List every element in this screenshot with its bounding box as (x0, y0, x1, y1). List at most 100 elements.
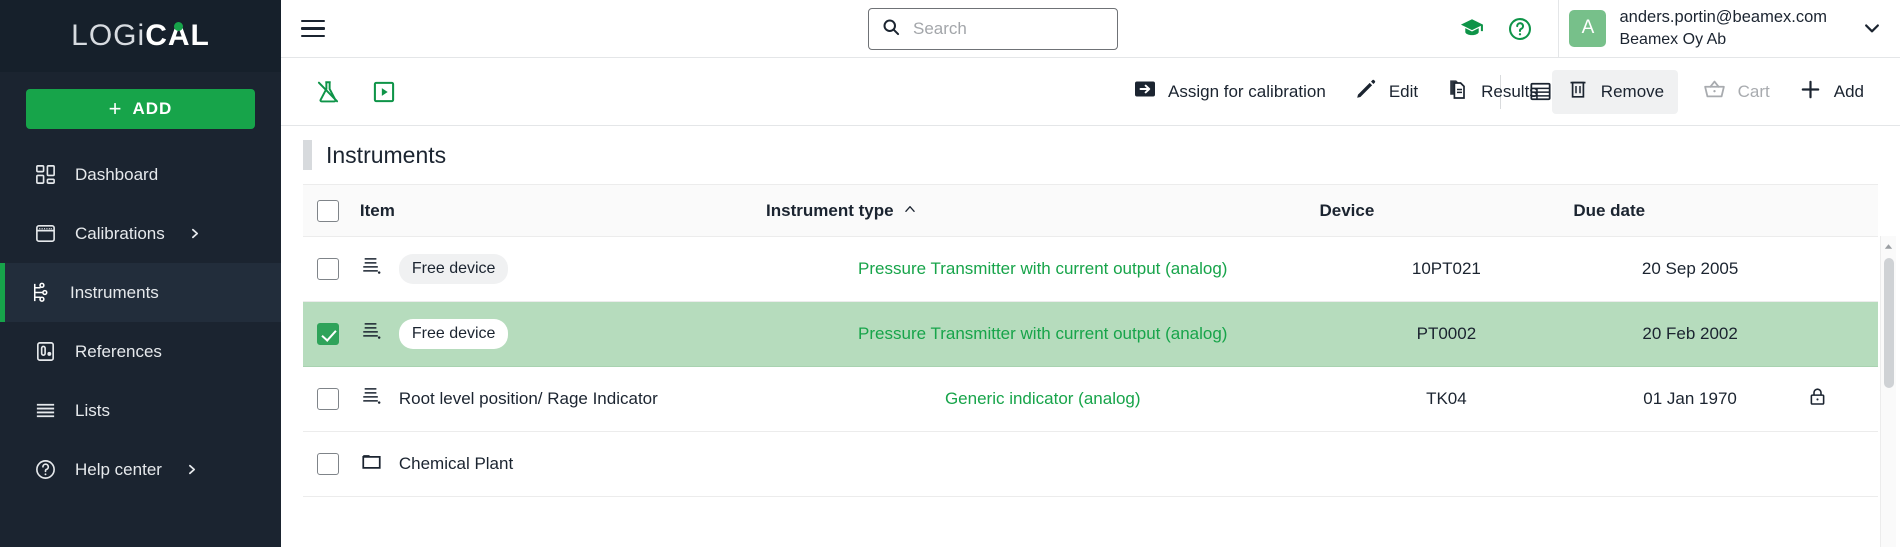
cart-label: Cart (1737, 81, 1770, 101)
table-scrollbar[interactable] (1880, 236, 1896, 547)
sidebar-item-label: Instruments (70, 282, 159, 302)
sidebar-item-label: Dashboard (75, 164, 159, 184)
user-account-menu[interactable]: A anders.portin@beamex.com Beamex Oy Ab (1569, 7, 1900, 50)
graduation-cap-icon[interactable] (1448, 0, 1496, 58)
main-content: A anders.portin@beamex.com Beamex Oy Ab (281, 0, 1900, 547)
sidebar-item-label: Help center (75, 459, 162, 479)
instrument-type-link[interactable]: Generic indicator (analog) (945, 389, 1141, 408)
sidebar-add-button[interactable]: + ADD (26, 89, 255, 129)
row-lock-cell (1807, 432, 1878, 497)
chevron-down-icon[interactable] (1862, 18, 1882, 38)
lists-icon (33, 398, 58, 423)
page-title-row: Instruments (281, 126, 1900, 184)
lock-icon (1807, 388, 1828, 411)
instrument-icon (360, 385, 383, 413)
table-row[interactable]: Chemical Plant (303, 432, 1878, 497)
action-toolbar: Assign for calibration Edit Results Remo… (281, 58, 1900, 126)
play-box-icon[interactable] (367, 75, 401, 109)
plus-icon: + (108, 96, 123, 121)
add-label: Add (1833, 81, 1864, 101)
pencil-icon (1354, 77, 1378, 106)
row-type-cell: Pressure Transmitter with current output… (766, 302, 1319, 367)
toolbar-left-icons (311, 75, 401, 109)
toolbar-action-label: Assign for calibration (1168, 81, 1326, 101)
folder-icon (360, 450, 383, 478)
flask-disabled-icon[interactable] (311, 75, 345, 109)
scrollbar-thumb[interactable] (1884, 258, 1894, 388)
row-lock-cell (1807, 367, 1878, 432)
row-item-cell: Free device (360, 237, 766, 302)
chevron-right-icon (188, 227, 201, 240)
row-item-cell: Chemical Plant (360, 432, 766, 497)
add-button[interactable]: Add (1784, 70, 1878, 114)
question-circle-icon[interactable] (1496, 0, 1544, 58)
assign-for-calibration-button[interactable]: Assign for calibration (1119, 70, 1340, 114)
select-all-header (303, 184, 360, 237)
sidebar-item-dashboard[interactable]: Dashboard (0, 145, 281, 204)
chevron-right-icon (185, 463, 198, 476)
sortable-instrument-type[interactable]: Instrument type (766, 201, 917, 221)
instrument-type-link[interactable]: Pressure Transmitter with current output… (858, 324, 1227, 343)
sidebar-item-calibrations[interactable]: Calibrations (0, 204, 281, 263)
sidebar: LOGiCAL + ADD Dashboard Calibrations Ins… (0, 0, 281, 547)
row-checkbox[interactable] (317, 453, 339, 475)
top-bar-divider (1558, 0, 1560, 58)
row-device-cell: PT0002 (1416, 324, 1477, 343)
column-header-due-date[interactable]: Due date (1573, 184, 1807, 237)
scroll-up-arrow-icon[interactable] (1881, 236, 1896, 252)
row-due-date-cell: 20 Sep 2005 (1641, 259, 1739, 278)
column-label-item: Item (359, 200, 395, 220)
select-all-checkbox[interactable] (317, 199, 339, 222)
table-row[interactable]: Root level position/ Rage Indicator Gene… (303, 367, 1878, 432)
table-row[interactable]: Free device Pressure Transmitter with cu… (303, 301, 1878, 367)
row-due-date-cell: 01 Jan 1970 (1643, 389, 1737, 408)
column-header-lock (1806, 184, 1878, 237)
column-header-instrument-type[interactable]: Instrument type (766, 184, 1320, 237)
row-checkbox[interactable] (317, 388, 339, 410)
sidebar-item-instruments[interactable]: Instruments (0, 263, 281, 322)
calibrations-icon (33, 221, 58, 246)
instrument-icon (360, 255, 383, 283)
hamburger-icon[interactable] (281, 19, 345, 38)
results-button[interactable]: Results (1432, 70, 1552, 114)
column-label-instrument-type: Instrument type (766, 200, 894, 220)
toolbar-action-label: Remove (1600, 81, 1665, 101)
sidebar-item-label: Lists (75, 400, 110, 420)
sidebar-add-label: ADD (132, 99, 173, 118)
brand-text-light: LOG (71, 19, 138, 52)
row-item-badge: Free device (398, 319, 509, 349)
column-label-device: Device (1319, 200, 1375, 220)
app-root: LOGiCAL + ADD Dashboard Calibrations Ins… (0, 0, 1900, 547)
row-item-label: Chemical Plant (398, 454, 514, 473)
table-row[interactable]: Free device Pressure Transmitter with cu… (303, 237, 1878, 302)
row-checkbox[interactable] (317, 258, 339, 280)
sidebar-item-help-center[interactable]: Help center (0, 440, 281, 499)
row-due-date-cell: 20 Feb 2002 (1642, 324, 1738, 343)
search-input[interactable] (913, 19, 1093, 39)
row-device-cell: TK04 (1426, 389, 1467, 408)
user-email: anders.portin@beamex.com (1619, 7, 1827, 26)
edit-button[interactable]: Edit (1340, 70, 1432, 114)
column-header-device[interactable]: Device (1319, 184, 1574, 237)
toolbar-action-label: Results (1481, 81, 1538, 101)
remove-button[interactable]: Remove (1551, 69, 1679, 114)
table-body: Free device Pressure Transmitter with cu… (303, 237, 1878, 497)
toolbar-action-label: Edit (1388, 81, 1419, 101)
column-header-item[interactable]: Item (359, 184, 767, 237)
instrument-type-link[interactable]: Pressure Transmitter with current output… (858, 259, 1227, 278)
row-checkbox-cell (303, 302, 360, 367)
row-item-cell: Root level position/ Rage Indicator (360, 367, 766, 432)
toolbar-actions: Assign for calibration Edit Results Remo… (1119, 69, 1679, 114)
cart-button[interactable]: Cart (1688, 70, 1784, 114)
search-box[interactable] (868, 8, 1118, 50)
avatar: A (1569, 9, 1607, 47)
row-checkbox[interactable] (317, 323, 339, 345)
row-lock-cell (1807, 237, 1878, 302)
row-lock-cell (1807, 302, 1878, 367)
row-checkbox-cell (303, 237, 360, 302)
sidebar-item-references[interactable]: References (0, 322, 281, 381)
brand-logo[interactable]: LOGiCAL (0, 0, 281, 72)
row-device-cell (1319, 432, 1573, 497)
row-item-cell: Free device (360, 302, 766, 367)
sidebar-item-lists[interactable]: Lists (0, 381, 281, 440)
